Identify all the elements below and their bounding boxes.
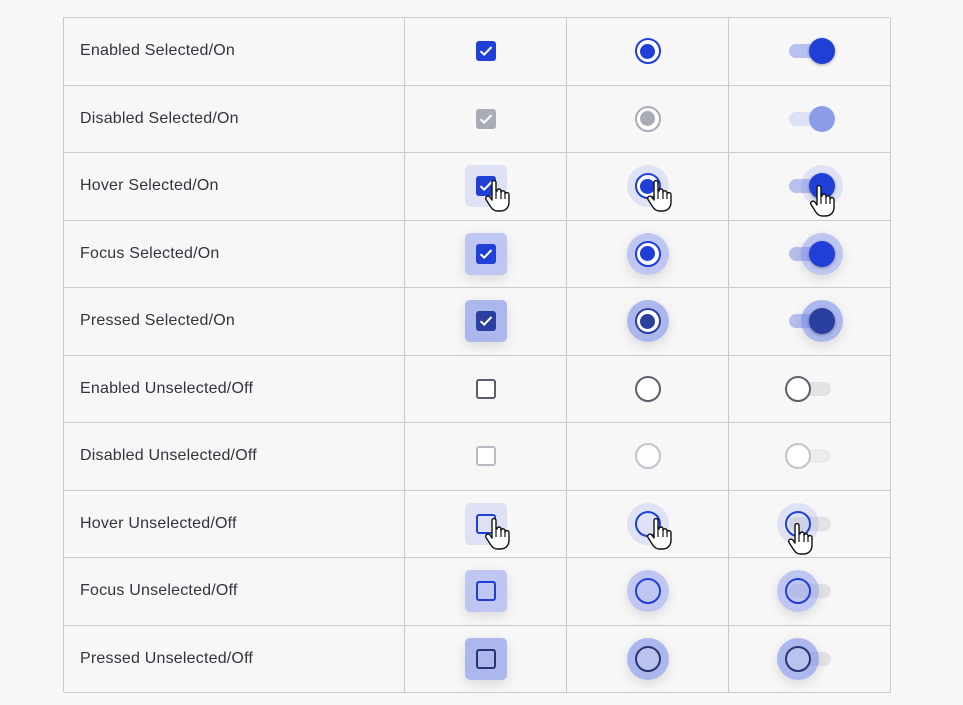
checkbox-cell: [405, 288, 567, 356]
toggle-disabled-on: [785, 102, 835, 136]
checkbox-cell: [405, 85, 567, 153]
checkbox-cell: [405, 558, 567, 626]
check-icon: [479, 114, 492, 124]
toggle-cell: [729, 625, 891, 693]
hand-pointer-icon: [484, 180, 510, 212]
row-label-cell: Pressed Unselected/Off: [64, 625, 405, 693]
check-icon: [479, 316, 492, 327]
toggle-cell: [729, 490, 891, 558]
checkbox-disabled-on: [475, 108, 496, 129]
row-label: Hover Unselected/Off: [80, 514, 237, 532]
toggle-knob[interactable]: [784, 578, 811, 605]
row-label-cell: Hover Unselected/Off: [64, 490, 405, 558]
radio-cell: [567, 220, 729, 288]
checkbox-focus-on[interactable]: [475, 243, 496, 264]
radio-cell: [567, 423, 729, 491]
checkbox-cell: [405, 625, 567, 693]
radio-cell: [567, 558, 729, 626]
row-label: Pressed Unselected/Off: [80, 649, 254, 667]
check-icon: [479, 249, 492, 259]
hand-pointer-icon: [646, 517, 672, 550]
toggle-knob: [784, 443, 811, 470]
checkbox-cell: [405, 423, 567, 491]
toggle-knob: [808, 105, 835, 132]
toggle-knob[interactable]: [784, 645, 811, 672]
toggle-focus-on[interactable]: [785, 232, 843, 275]
radio-enabled-on[interactable]: [634, 38, 661, 65]
checkbox-pressed-on[interactable]: [475, 311, 496, 332]
checkbox-cell: [405, 220, 567, 288]
row-label: Focus Selected/On: [80, 244, 220, 262]
radio-cell: [567, 153, 729, 221]
checkbox-pressed-off[interactable]: [475, 648, 496, 669]
toggle-knob[interactable]: [808, 38, 835, 65]
states-table: Enabled Selected/On Disabled Selected/On…: [63, 17, 891, 693]
toggle-cell: [729, 355, 891, 423]
toggle-pressed-on[interactable]: [785, 300, 843, 343]
toggle-cell: [729, 220, 891, 288]
hand-pointer-icon: [809, 185, 835, 217]
row-label: Focus Unselected/Off: [80, 582, 238, 600]
toggle-cell: [729, 153, 891, 221]
radio-focus-on[interactable]: [634, 240, 661, 267]
toggle-enabled-on[interactable]: [785, 34, 835, 68]
row-label-cell: Pressed Selected/On: [64, 288, 405, 356]
row-label: Enabled Selected/On: [80, 42, 236, 60]
toggle-knob[interactable]: [808, 308, 835, 335]
toggle-knob[interactable]: [784, 375, 811, 402]
row-label: Disabled Selected/On: [80, 109, 239, 127]
toggle-cell: [729, 288, 891, 356]
toggle-knob[interactable]: [808, 240, 835, 267]
toggle-cell: [729, 558, 891, 626]
radio-pressed-off[interactable]: [634, 645, 661, 672]
hand-pointer-icon: [646, 180, 672, 212]
checkbox-cell: [405, 153, 567, 221]
checkbox-enabled-on[interactable]: [475, 41, 496, 62]
radio-enabled-off[interactable]: [634, 375, 661, 402]
toggle-cell: [729, 423, 891, 491]
toggle-cell: [729, 18, 891, 86]
checkbox-enabled-off[interactable]: [475, 378, 496, 399]
checkbox-focus-off[interactable]: [475, 581, 496, 602]
row-label-cell: Disabled Unselected/Off: [64, 423, 405, 491]
radio-cell: [567, 18, 729, 86]
toggle-enabled-off[interactable]: [784, 372, 835, 406]
radio-disabled-on: [634, 105, 661, 132]
radio-cell: [567, 85, 729, 153]
checkbox-cell: [405, 490, 567, 558]
radio-disabled-off: [634, 443, 661, 470]
radio-cell: [567, 355, 729, 423]
checkbox-cell: [405, 18, 567, 86]
radio-focus-off[interactable]: [634, 578, 661, 605]
row-label: Disabled Unselected/Off: [80, 447, 257, 465]
hand-pointer-icon: [787, 522, 813, 555]
row-label-cell: Disabled Selected/On: [64, 85, 405, 153]
radio-cell: [567, 490, 729, 558]
radio-pressed-on[interactable]: [634, 308, 661, 335]
row-label-cell: Enabled Selected/On: [64, 18, 405, 86]
hand-pointer-icon: [484, 517, 510, 550]
toggle-hover-on[interactable]: [785, 165, 843, 217]
radio-cell: [567, 625, 729, 693]
check-icon: [479, 46, 492, 57]
row-label: Hover Selected/On: [80, 177, 219, 195]
row-label-cell: Enabled Unselected/Off: [64, 355, 405, 423]
toggle-disabled-off: [784, 439, 835, 473]
row-label-cell: Focus Unselected/Off: [64, 558, 405, 626]
radio-cell: [567, 288, 729, 356]
checkbox-disabled-off: [475, 446, 496, 467]
checkbox-cell: [405, 355, 567, 423]
row-label-cell: Focus Selected/On: [64, 220, 405, 288]
row-label-cell: Hover Selected/On: [64, 153, 405, 221]
toggle-hover-off[interactable]: [776, 502, 835, 555]
toggle-cell: [729, 85, 891, 153]
toggle-focus-off[interactable]: [776, 570, 835, 613]
toggle-pressed-off[interactable]: [776, 637, 835, 680]
row-label: Enabled Unselected/Off: [80, 379, 254, 397]
row-label: Pressed Selected/On: [80, 312, 235, 330]
